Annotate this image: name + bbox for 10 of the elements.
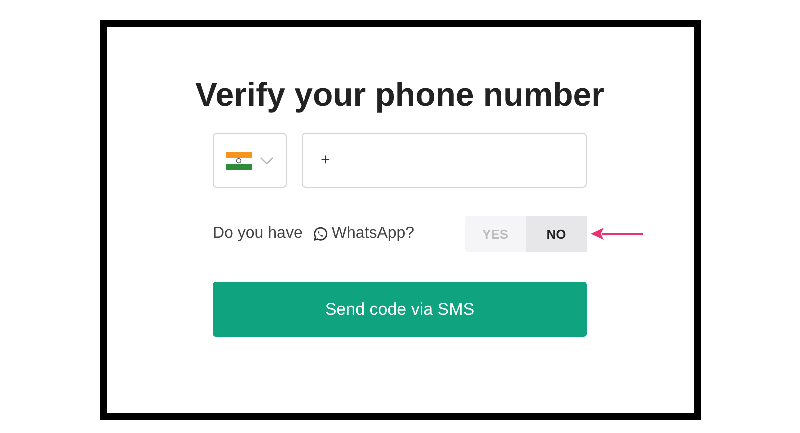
page-title: Verify your phone number [196,76,604,114]
country-select[interactable] [213,133,287,188]
annotation-arrow [590,227,644,241]
flag-icon [226,152,252,170]
phone-input-field[interactable]: + [302,133,587,188]
whatsapp-label: WhatsApp? [332,225,415,243]
chevron-down-icon [260,156,274,164]
whatsapp-question: Do you have [213,225,303,243]
toggle-option[interactable]: NO [526,216,587,252]
whatsapp-icon [312,226,329,242]
